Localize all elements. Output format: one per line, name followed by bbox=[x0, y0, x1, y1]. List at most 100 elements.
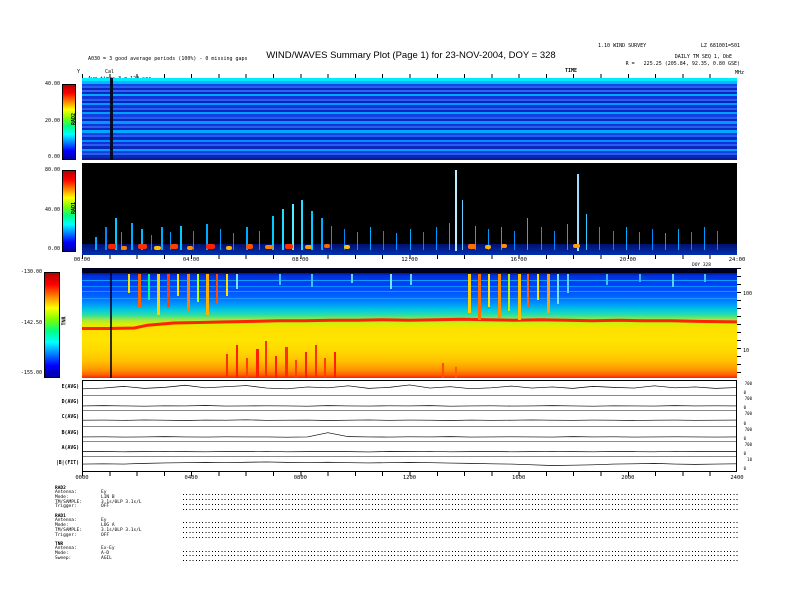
strip-chart-min-label: 0 bbox=[743, 466, 746, 472]
time-tick-label: 20:00 bbox=[619, 257, 637, 263]
tnr-burst-streak bbox=[638, 273, 641, 283]
spacecraft-position-label: R = 225.25 (205.84, 92.35, 0.80 GSE) bbox=[625, 61, 740, 67]
footer-line-label: Trigger: bbox=[55, 532, 77, 538]
rad1-streak bbox=[435, 227, 437, 251]
tnr-right-log-ticks bbox=[737, 268, 741, 378]
strip-chart-max-label: 700 bbox=[744, 441, 752, 447]
footer-group: RAD1 Antenna: Ey Mode: LOG A TM/SAMPLE: 3.1s/0… bbox=[55, 514, 739, 539]
rad1-streak bbox=[95, 236, 98, 251]
tnr-freq-tick-10: 10 bbox=[743, 348, 750, 354]
tnr-plasma-line-layer bbox=[82, 317, 737, 330]
footer-line-label: Trigger: bbox=[55, 504, 77, 510]
rad1-burst-blob bbox=[324, 243, 331, 248]
rad1-colorbar-min: 0.00 bbox=[47, 246, 60, 252]
tnr-bottom-spike bbox=[285, 347, 289, 378]
footer-dotted-leader bbox=[183, 548, 739, 553]
strip-chart-row: |B|(FIT) 10 0 bbox=[56, 457, 752, 471]
footer-dotted-leader bbox=[183, 534, 739, 539]
strip-chart-max-label: 700 bbox=[744, 396, 752, 402]
footer-line-value: AGIL bbox=[101, 555, 112, 561]
rad1-streak bbox=[131, 222, 134, 251]
footer-dotted-leader bbox=[183, 557, 739, 562]
rad2-cal-line bbox=[110, 78, 114, 160]
time-tick-label: 04:00 bbox=[182, 257, 200, 263]
rad1-burst-blob bbox=[206, 243, 216, 249]
tnr-burst-streak bbox=[497, 273, 501, 318]
time-tick-label: 0800 bbox=[293, 475, 307, 481]
rad1-spectrogram bbox=[82, 163, 737, 255]
strip-chart-row: A(AVG) 700 0 bbox=[62, 442, 752, 457]
strip-chart-row: D(AVG) 700 0 bbox=[62, 396, 752, 412]
rad1-streak bbox=[150, 234, 152, 251]
strip-chart-label: B(AVG) bbox=[61, 430, 79, 436]
rad1-streak bbox=[651, 229, 653, 251]
rad1-streak bbox=[396, 232, 398, 251]
strip-chart-plot bbox=[83, 461, 736, 466]
page-title: WIND/WAVES Summary Plot (Page 1) for 23-… bbox=[266, 50, 556, 61]
rad1-streak bbox=[193, 231, 195, 251]
rad1-streak bbox=[599, 227, 601, 251]
strip-chart-label: D(AVG) bbox=[61, 400, 79, 406]
tnr-bottom-spike bbox=[245, 358, 248, 378]
tnr-burst-streak bbox=[507, 273, 510, 311]
rad1-streak bbox=[232, 232, 234, 251]
rad1-streak bbox=[311, 210, 314, 251]
footer-line-label: Sweep: bbox=[55, 555, 72, 561]
footer-dotted-leader bbox=[183, 496, 739, 501]
rad1-burst-blob bbox=[186, 245, 193, 250]
tnr-colorbar-max: -130.00 bbox=[20, 269, 42, 275]
strip-chart-min-label: 0 bbox=[743, 390, 746, 396]
tnr-burst-streak bbox=[671, 273, 674, 287]
time-tick-label: 12:00 bbox=[401, 257, 418, 263]
y-axis-char: Y bbox=[77, 69, 81, 75]
rad1-streak bbox=[422, 232, 424, 251]
footer-line: Sweep: AGIL bbox=[55, 555, 739, 562]
tnr-burst-streak bbox=[167, 273, 171, 307]
rad1-colorbar-mid: 40.00 bbox=[44, 207, 60, 213]
time-tick-label: 0000 bbox=[75, 475, 89, 481]
tnr-burst-streak bbox=[226, 273, 229, 296]
tnr-bottom-spike bbox=[265, 340, 268, 378]
tnr-burst-streak bbox=[137, 273, 141, 307]
rad2-colorbar-min: 0.00 bbox=[47, 154, 60, 160]
strip-chart-trace bbox=[83, 450, 736, 452]
tnr-spectrogram bbox=[82, 268, 737, 378]
time-tick-label: 08:00 bbox=[292, 257, 309, 263]
time-axis-rad: 00:00 04:00 08:00 12:00 16:00 20:00 24:00 bbox=[74, 257, 746, 265]
tnr-burst-streak bbox=[176, 273, 179, 296]
tnr-burst-streak bbox=[468, 273, 472, 314]
strip-chart-max-label: 700 bbox=[744, 426, 752, 432]
footer-dotted-leader bbox=[183, 552, 739, 557]
daily-tm-label: DAILY TM SEQ 1, DbE bbox=[674, 54, 732, 60]
time-tick-label: 1600 bbox=[512, 475, 526, 481]
parameter-strip-charts: E(AVG) 700 0 D(AVG) 700 0 C(AVG) 700 0 B(AVG) 700 0… bbox=[56, 380, 752, 472]
rad1-streak bbox=[612, 231, 614, 251]
rad2-colorbar-max: 40.00 bbox=[44, 81, 60, 87]
rad1-streak bbox=[219, 229, 221, 251]
time-tick-label: 2400 bbox=[730, 475, 744, 481]
strip-chart-max-label: 700 bbox=[744, 381, 752, 386]
rad1-burst-blob bbox=[285, 243, 294, 249]
tnr-burst-streak bbox=[311, 273, 314, 287]
tnr-burst-streak bbox=[196, 273, 199, 303]
tnr-burst-streak bbox=[235, 273, 238, 289]
rad1-streak bbox=[383, 231, 385, 251]
strip-chart-max-label: 10 bbox=[747, 456, 752, 462]
rad2-band bbox=[82, 157, 737, 160]
strip-chart-trace bbox=[83, 405, 736, 407]
tnr-colorbar-mid: -142.50 bbox=[20, 320, 42, 326]
rad1-streak bbox=[691, 232, 693, 251]
strip-chart-min-label: 0 bbox=[743, 435, 746, 441]
tnr-burst-streak bbox=[186, 273, 190, 311]
tnr-freq-tick-100: 100 bbox=[743, 291, 753, 297]
rad1-burst-blob bbox=[501, 243, 508, 248]
strip-chart-min-label: 0 bbox=[743, 420, 746, 426]
rad1-burst-blob bbox=[108, 243, 117, 249]
strip-chart-label: A(AVG) bbox=[61, 445, 79, 451]
tnr-bottom-spike bbox=[304, 351, 307, 378]
rad1-burst-blob bbox=[170, 243, 179, 249]
footer-dotted-leader bbox=[183, 491, 739, 496]
rad1-burst-blob bbox=[154, 245, 162, 250]
rad1-streak bbox=[258, 231, 260, 251]
tnr-colorbar-min: -155.00 bbox=[20, 370, 42, 376]
